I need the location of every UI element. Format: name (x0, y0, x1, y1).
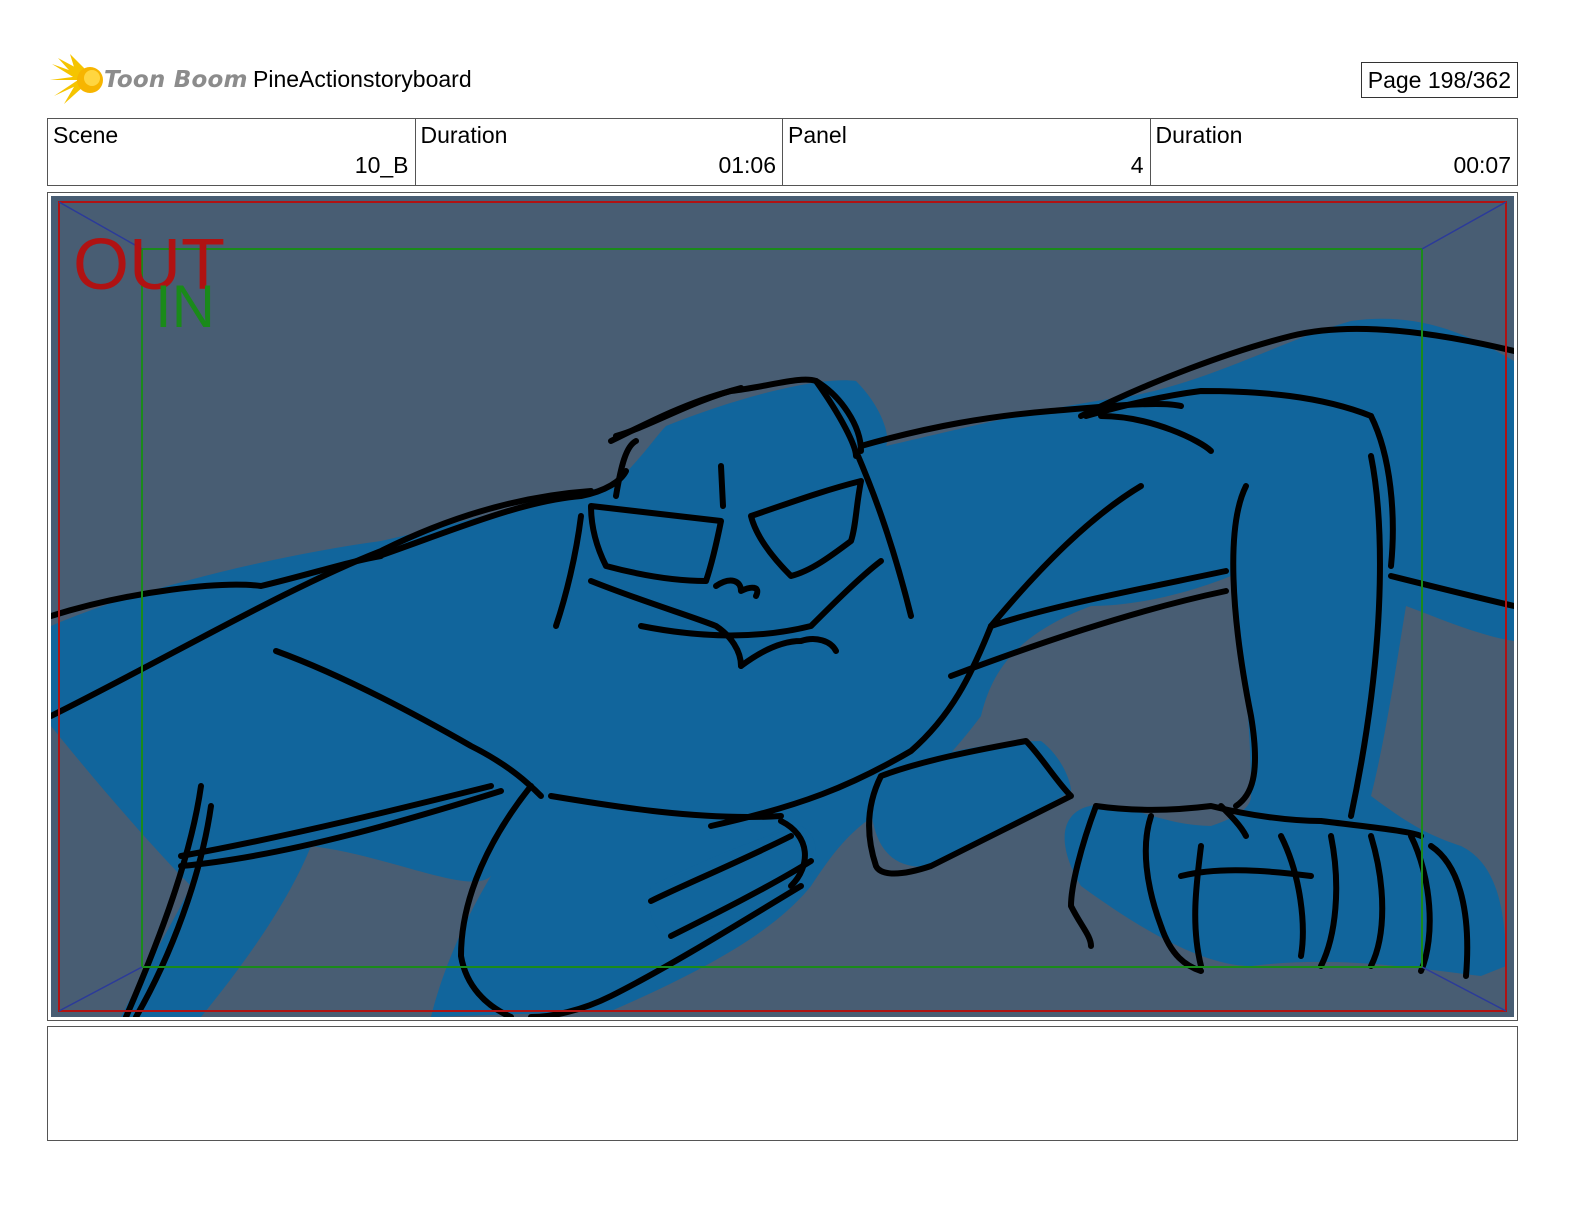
starburst-icon (50, 54, 103, 104)
project-title: PineActionstoryboard (253, 66, 472, 92)
scene-duration-cell: Duration 01:06 (416, 119, 783, 185)
panel-duration-value: 00:07 (1453, 152, 1511, 178)
scene-duration-label: Duration (420, 122, 508, 148)
panel-label: Panel (788, 122, 847, 148)
panel-cell: Panel 4 (783, 119, 1151, 185)
logo-text: Toon Boom (104, 67, 248, 93)
panel-duration-label: Duration (1155, 122, 1243, 148)
panel-drawing: OUT IN (51, 196, 1514, 1017)
toon-boom-logo: Toon Boom (50, 54, 247, 106)
scene-info-table: Scene 10_B Duration 01:06 Panel 4 Durati… (47, 118, 1518, 186)
page-header: Toon Boom PineActionstoryboard Page 198/… (48, 52, 1518, 108)
page-indicator: Page 198/362 (1360, 62, 1518, 98)
panel-duration-cell: Duration 00:07 (1151, 119, 1518, 185)
storyboard-panel: OUT IN (47, 192, 1518, 1021)
panel-value: 4 (1130, 152, 1144, 178)
scene-value: 10_B (354, 152, 409, 178)
panel-notes-box[interactable] (47, 1026, 1518, 1141)
scene-cell: Scene 10_B (48, 119, 416, 185)
scene-duration-value: 01:06 (718, 152, 776, 178)
scene-label: Scene (53, 122, 119, 148)
in-label: IN (155, 273, 215, 340)
